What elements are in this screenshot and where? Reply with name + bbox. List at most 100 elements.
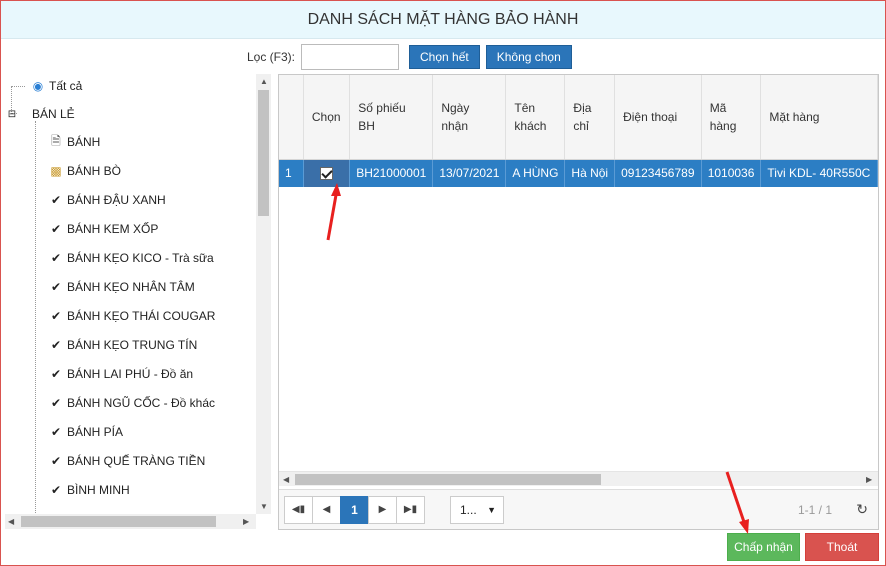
first-page-icon[interactable]: ◀▮	[284, 496, 313, 524]
tree-vertical-scrollbar[interactable]: ▲ ▼	[256, 74, 271, 514]
check-icon: ✔	[50, 454, 62, 468]
scroll-right-icon[interactable]: ▶	[866, 475, 872, 484]
check-icon: ✔	[50, 251, 62, 265]
col-header-phone[interactable]: Điện thoại	[614, 75, 702, 160]
cell-item-code: 1010036	[701, 159, 762, 187]
tree-item[interactable]: ✔ BÁNH NGŨ CỐC - Đồ khác	[49, 393, 215, 413]
check-icon: ✔	[50, 396, 62, 410]
tree-item-label: BÁNH NGŨ CỐC - Đồ khác	[67, 396, 216, 410]
tree-group-label: BÁN LẺ	[32, 107, 75, 121]
scroll-right-icon[interactable]: ▶	[243, 517, 249, 526]
page-size-value: 1...	[460, 503, 477, 517]
prev-page-icon[interactable]: ◀	[312, 496, 341, 524]
cell-customer: A HÙNG	[505, 159, 566, 187]
table-row[interactable]: 1 BH21000001 13/07/2021 A HÙNG Hà Nội 09…	[279, 159, 878, 187]
row-checkbox[interactable]	[320, 167, 334, 181]
tree-item-label: Tất cả	[49, 79, 83, 93]
pager-info: 1-1 / 1	[797, 503, 832, 517]
tree-item[interactable]: ✔ BÁNH LAI PHÚ - Đồ ăn	[49, 364, 193, 384]
check-icon: ✔	[50, 425, 62, 439]
col-header-address[interactable]: Địa chỉ	[564, 75, 616, 160]
select-all-button[interactable]: Chọn hết	[409, 45, 480, 69]
cell-received-date: 13/07/2021	[432, 159, 507, 187]
tree-line	[11, 86, 25, 87]
cell-index: 1	[279, 159, 304, 187]
chevron-down-icon: ▼	[487, 505, 496, 515]
check-icon: ✔	[50, 483, 62, 497]
cell-select[interactable]	[303, 159, 351, 187]
cell-phone: 09123456789	[614, 159, 702, 187]
tree-item-all[interactable]: ◉ Tất cả	[31, 76, 83, 96]
tree-item-label: BÁNH PÍA	[67, 425, 124, 439]
tree-item[interactable]: 🗎 BÁNH	[49, 132, 100, 152]
document-icon: 🗎	[51, 133, 61, 148]
tree-item-label: BÁNH KẸO NHÂN TÂM	[67, 280, 195, 294]
tree-item-label: BÁNH QUẾ TRÀNG TIỀN	[67, 454, 206, 468]
tree-line	[35, 121, 36, 530]
scroll-up-icon[interactable]: ▲	[260, 77, 268, 86]
select-none-button[interactable]: Không chọn	[485, 45, 572, 69]
pager: ◀▮ ◀ 1 ▶ ▶▮ 1... ▼ 1-1 / 1 ↻	[279, 489, 878, 529]
tree-item[interactable]: ✔ BÁNH PÍA	[49, 422, 123, 442]
tree-item[interactable]: ✔ BÁNH KẸO TRUNG TÍN	[49, 335, 197, 355]
cell-address: Hà Nội	[564, 159, 616, 187]
tree-item[interactable]: ✔ BÌNH MINH	[49, 480, 130, 500]
exit-button[interactable]: Thoát	[805, 533, 879, 561]
scroll-left-icon[interactable]: ◀	[283, 475, 289, 484]
tree-item[interactable]: ✔ BÁNH QUẾ TRÀNG TIỀN	[49, 451, 205, 471]
page-number-button[interactable]: 1	[340, 496, 369, 524]
scroll-thumb[interactable]	[295, 474, 601, 485]
tree-item-label: BÁNH KẸO KICO - Trà sữa	[67, 251, 214, 265]
scroll-thumb[interactable]	[258, 90, 269, 216]
tree-item[interactable]: ✔ BÁNH KEM XỐP	[49, 219, 158, 239]
check-icon: ✔	[50, 280, 62, 294]
scroll-thumb[interactable]	[21, 516, 216, 527]
tree-item[interactable]: ▩ BÁNH BÒ	[49, 161, 121, 181]
page-size-select[interactable]: 1... ▼	[450, 496, 504, 524]
check-icon: ✔	[50, 222, 62, 236]
globe-icon: ◉	[32, 79, 44, 93]
tree-item-label: BÁNH ĐẬU XANH	[67, 193, 166, 207]
col-header-ticket-no[interactable]: Số phiếu BH	[349, 75, 434, 160]
tree-horizontal-scrollbar[interactable]: ◀ ▶	[5, 514, 256, 529]
dialog-title: DANH SÁCH MẶT HÀNG BẢO HÀNH	[1, 1, 885, 39]
col-header-select[interactable]: Chọn	[303, 75, 351, 160]
col-header-item-name[interactable]: Mặt hàng	[760, 75, 878, 160]
scroll-down-icon[interactable]: ▼	[260, 502, 268, 511]
filter-label: Lọc (F3):	[247, 50, 296, 64]
scroll-left-icon[interactable]: ◀	[8, 517, 14, 526]
check-icon: ✔	[50, 367, 62, 381]
tree-item[interactable]: ✔ BÁNH KẸO KICO - Trà sữa	[49, 248, 214, 268]
refresh-icon[interactable]: ↻	[856, 501, 868, 518]
filter-input[interactable]	[301, 44, 400, 70]
cell-item-name: Tivi KDL- 40R550C	[760, 159, 878, 187]
folder-icon: ▩	[50, 164, 62, 178]
check-icon: ✔	[50, 338, 62, 352]
tree-item-label: BÁNH BÒ	[67, 164, 122, 178]
category-tree: ◉ Tất cả ⊟ BÁN LẺ 🗎 BÁNH ▩ BÁNH BÒ ✔ BÁN…	[5, 74, 272, 530]
tree-item-label: BÁNH	[67, 135, 101, 149]
next-page-icon[interactable]: ▶	[368, 496, 397, 524]
grid-header-row: Chọn Số phiếu BH Ngày nhận Tên khách Địa…	[279, 75, 878, 160]
check-icon: ✔	[50, 309, 62, 323]
grid-table: Chọn Số phiếu BH Ngày nhận Tên khách Địa…	[279, 75, 878, 187]
col-header-received-date[interactable]: Ngày nhận	[432, 75, 507, 160]
tree-group-retail[interactable]: ⊟ BÁN LẺ	[5, 104, 75, 124]
tree-item-label: BÁNH KEM XỐP	[67, 222, 159, 236]
filter-bar: Lọc (F3): Chọn hết Không chọn	[247, 44, 572, 70]
tree-item-label: BÁNH LAI PHÚ - Đồ ăn	[67, 367, 194, 381]
cell-ticket-no: BH21000001	[349, 159, 434, 187]
col-header-item-code[interactable]: Mã hàng	[701, 75, 762, 160]
last-page-icon[interactable]: ▶▮	[396, 496, 425, 524]
grid-horizontal-scrollbar[interactable]: ◀ ▶	[279, 471, 878, 486]
collapse-icon: ⊟	[7, 108, 17, 120]
check-icon: ✔	[50, 193, 62, 207]
col-header-customer[interactable]: Tên khách	[505, 75, 566, 160]
tree-item-label: BÁNH KẸO THÁI COUGAR	[67, 309, 216, 323]
accept-button[interactable]: Chấp nhận	[727, 533, 800, 561]
tree-item[interactable]: ✔ BÁNH KẸO NHÂN TÂM	[49, 277, 195, 297]
tree-item-label: BÁNH KẸO TRUNG TÍN	[67, 338, 198, 352]
tree-item[interactable]: ✔ BÁNH ĐẬU XANH	[49, 190, 166, 210]
col-header-index[interactable]	[279, 75, 304, 160]
tree-item[interactable]: ✔ BÁNH KẸO THÁI COUGAR	[49, 306, 216, 326]
